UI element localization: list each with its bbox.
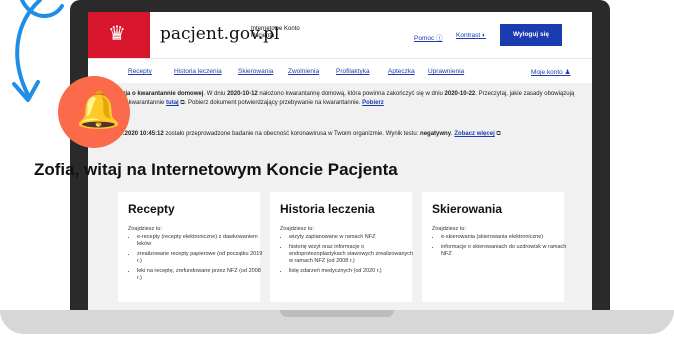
- list-item: historię wizyt oraz informacje o endopro…: [289, 244, 415, 265]
- nav-item-zwolnienia[interactable]: Zwolnienia: [288, 68, 319, 75]
- card-list: e-skierowania (skierowania elektroniczne…: [432, 234, 567, 261]
- list-item: e-skierowania (skierowania elektroniczne…: [441, 234, 567, 241]
- notice-text: . W dniu: [203, 91, 228, 97]
- help-link[interactable]: Pomoc ⓘ: [414, 32, 443, 42]
- eagle-emblem-icon: ♛: [108, 23, 126, 45]
- nav-item-account[interactable]: Moje konto ♟: [531, 68, 570, 76]
- covid-test-notice: 13.10.2020 10:45:12 zostało przeprowadzo…: [108, 130, 578, 139]
- test-result: negatywny: [420, 131, 452, 137]
- laptop-base: [0, 310, 674, 334]
- site-subtitle: Internetowe Konto Pacjenta: [251, 26, 300, 39]
- nav-item-historia[interactable]: Historia leczenia: [174, 68, 222, 75]
- rules-link[interactable]: tutaj: [166, 100, 179, 106]
- card-title[interactable]: Recepty: [128, 202, 175, 216]
- main-nav: Recepty Historia leczenia Skierowania Zw…: [88, 58, 592, 83]
- contrast-toggle[interactable]: Kontrast ◐: [456, 32, 486, 39]
- card-title[interactable]: Skierowania: [432, 202, 502, 216]
- list-item: leki na receptę, zrefundowane przez NFZ …: [137, 268, 263, 282]
- laptop-notch: [280, 310, 394, 317]
- card-list: wizyty zaplanowane w ramach NFZ historię…: [280, 234, 415, 278]
- quarantine-start-date: 2020-10-12: [227, 91, 258, 97]
- nav-item-uprawnienia[interactable]: Uprawnienia: [428, 68, 464, 75]
- list-item: zrealizowane recepty papierowe (od począ…: [137, 251, 263, 265]
- notice-text: zostało przeprowadzone badanie na obecno…: [163, 131, 421, 137]
- site-header: ♛ pacjent.gov.pl Internetowe Konto Pacje…: [88, 12, 592, 58]
- list-item: listę zdarzeń medycznych (od 2020 r.): [289, 268, 415, 275]
- bell-icon: 🔔: [76, 89, 121, 130]
- logout-button[interactable]: Wyloguj się: [500, 24, 562, 46]
- welcome-heading: Zofia, witaj na Internetowym Koncie Pacj…: [34, 160, 398, 179]
- nav-item-apteczka[interactable]: Apteczka: [388, 68, 415, 75]
- see-more-link[interactable]: Zobacz więcej: [454, 131, 494, 137]
- card-recepty[interactable]: Recepty Znajdziesz tu: e-recepty (recept…: [118, 192, 263, 302]
- nav-item-profilaktyka[interactable]: Profilaktyka: [336, 68, 370, 75]
- brand-flag: ♛: [88, 12, 150, 58]
- quarantine-end-date: 2020-10-22: [444, 91, 476, 97]
- card-historia[interactable]: Historia leczenia Znajdziesz tu: wizyty …: [270, 192, 415, 302]
- nav-item-skierowania[interactable]: Skierowania: [238, 68, 273, 75]
- card-lead: Znajdziesz tu:: [432, 226, 466, 232]
- card-lead: Znajdziesz tu:: [128, 226, 162, 232]
- notice-text: nałożono kwarantannę domową, która powin…: [257, 91, 445, 97]
- list-item: wizyty zaplanowane w ramach NFZ: [289, 234, 415, 241]
- card-lead: Znajdziesz tu:: [280, 226, 314, 232]
- nav-item-recepty[interactable]: Recepty: [128, 68, 152, 75]
- list-item: e-recepty (recepty elektroniczne) z dawk…: [137, 234, 263, 248]
- external-link-icon: ⧉: [494, 131, 501, 137]
- card-skierowania[interactable]: Skierowania Znajdziesz tu: e-skierowania…: [422, 192, 567, 302]
- download-link[interactable]: Pobierz: [362, 100, 384, 106]
- card-list: e-recepty (recepty elektroniczne) z dawk…: [128, 234, 263, 285]
- quarantine-notice: Decyzja o kwarantannie domowej. W dniu 2…: [108, 90, 578, 108]
- card-title[interactable]: Historia leczenia: [280, 202, 375, 216]
- notice-text: . Pobierz dokument potwierdzający przeby…: [184, 100, 363, 106]
- notification-badge: 🔔: [58, 76, 130, 148]
- list-item: informacje o skierowaniach do uzdrowisk …: [441, 244, 567, 258]
